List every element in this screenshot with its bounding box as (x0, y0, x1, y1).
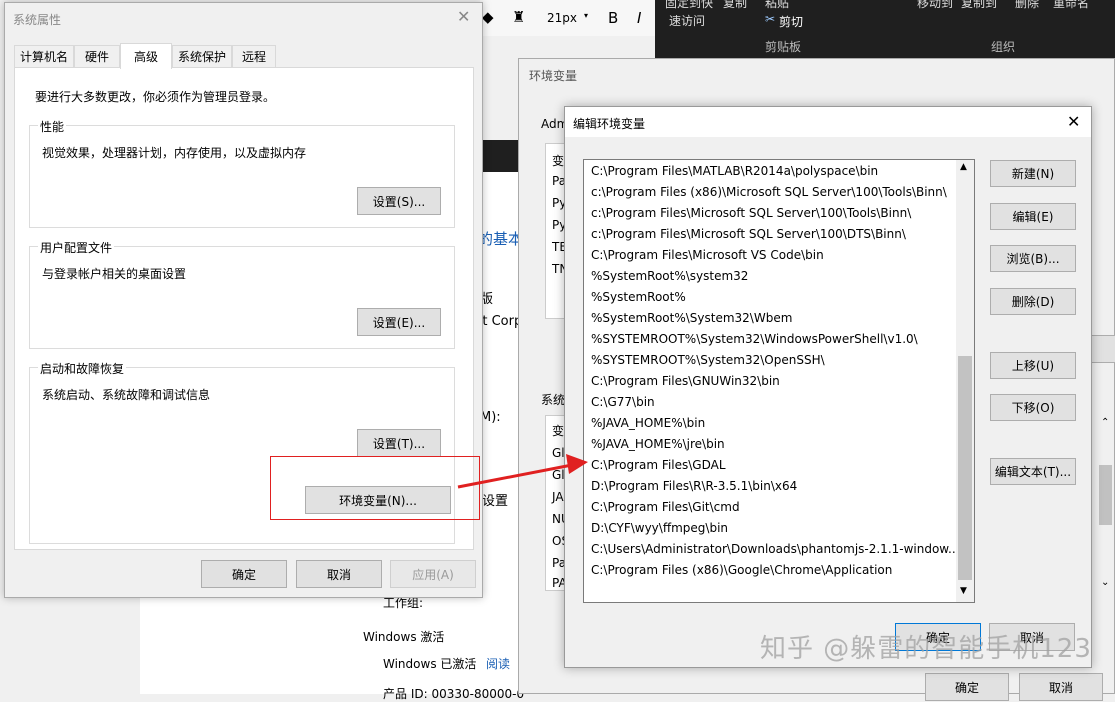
tab-advanced[interactable]: 高级 (120, 43, 172, 69)
red-arrow (457, 454, 588, 489)
arrow-line (457, 463, 573, 489)
watermark: 知乎 @躲雷的智能手机123 (760, 634, 1092, 664)
arrowhead-icon (566, 454, 588, 474)
